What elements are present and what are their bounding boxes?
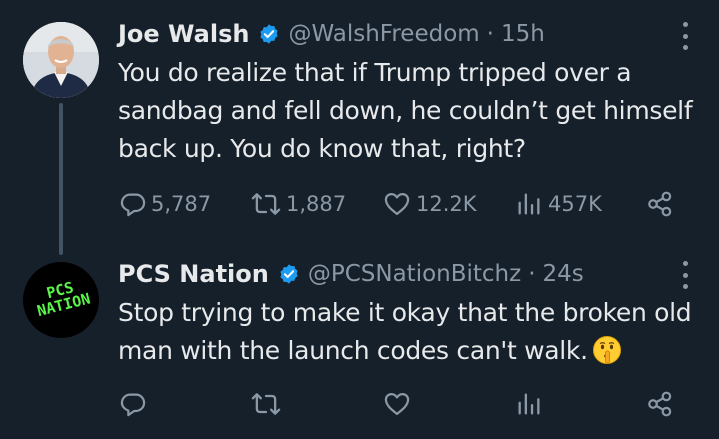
like-button[interactable] [382,384,412,424]
thread-line [59,103,63,255]
repost-button[interactable] [250,384,282,424]
separator: · [486,21,494,47]
avatar[interactable]: PCS NATION [23,262,99,338]
verified-badge-icon [278,263,300,285]
tweet[interactable]: PCS NATION PCS Nation @PCSNationBitchz ·… [0,250,719,439]
views-count: 457K [548,192,602,216]
timestamp[interactable]: 15h [501,21,545,47]
verified-badge-icon [258,23,280,45]
views-icon [518,193,540,215]
more-icon[interactable] [680,22,690,50]
shushing-face-emoji [592,335,622,365]
reply-icon [120,393,146,417]
tweet-header: Joe Walsh @WalshFreedom · 15h [118,17,545,51]
action-bar [0,384,719,424]
action-bar: 5,787 1,887 12.2K 457K [0,184,719,224]
like-button[interactable]: 12.2K [382,184,477,224]
separator: · [528,261,536,287]
share-icon [648,391,672,417]
more-icon[interactable] [680,261,690,289]
reply-button[interactable] [119,384,147,424]
repost-count: 1,887 [286,192,347,216]
tweet-text: You do realize that if Trump tripped ove… [118,58,693,163]
views-button[interactable] [514,384,544,424]
timestamp[interactable]: 24s [543,261,584,287]
tweet-header: PCS Nation @PCSNationBitchz · 24s [118,257,584,291]
heart-icon [384,192,410,216]
avatar[interactable] [23,22,99,98]
tweet-text: Stop trying to make it okay that the bro… [118,294,698,370]
avatar-logo: PCS NATION [24,275,99,321]
share-button[interactable] [645,184,675,224]
views-icon [518,393,540,415]
author-name[interactable]: Joe Walsh [118,20,249,48]
author-handle[interactable]: @PCSNationBitchz [308,261,521,287]
reply-count: 5,787 [151,192,212,216]
reply-button[interactable]: 5,787 [119,184,211,224]
share-icon [648,191,672,217]
repost-icon [251,393,281,415]
repost-icon [251,193,281,215]
views-button[interactable]: 457K [514,184,602,224]
repost-button[interactable]: 1,887 [250,184,346,224]
like-count: 12.2K [416,192,477,216]
author-name[interactable]: PCS Nation [118,260,269,288]
heart-icon [384,392,410,416]
tweet[interactable]: Joe Walsh @WalshFreedom · 15h You do rea… [0,0,719,255]
author-handle[interactable]: @WalshFreedom [288,21,479,47]
share-button[interactable] [645,384,675,424]
avatar-photo [23,22,99,98]
reply-icon [120,193,146,217]
